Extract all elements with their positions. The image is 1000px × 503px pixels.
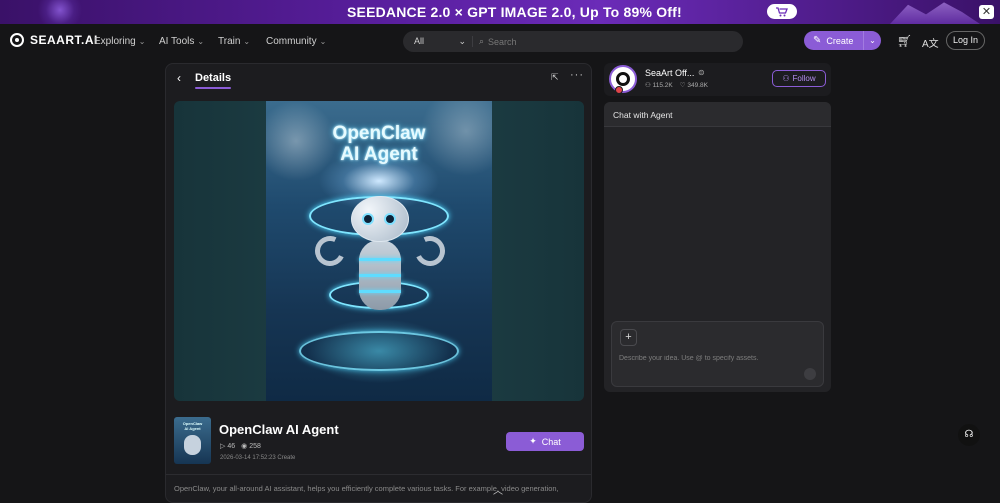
created-date: 2026-03-14 17:52:23 Create (220, 455, 296, 461)
play-count: ▷ 46 (220, 442, 235, 450)
banner-decoration-right (890, 2, 980, 24)
chat-header: Chat with Agent (604, 102, 831, 127)
play-count-value: 46 (227, 443, 236, 450)
details-panel: ‹ Details ⇱ ··· OpenClaw AI Agent OpenCl… (165, 63, 592, 503)
promo-banner[interactable]: SEEDANCE 2.0 × GPT IMAGE 2.0, Up To 89% … (0, 0, 1000, 24)
chevron-down-icon: ⌄ (138, 37, 146, 46)
nav-item-label: Exploring (94, 36, 136, 47)
logo[interactable]: SEAART.AI (10, 33, 98, 47)
verified-icon: ⊜ (698, 68, 705, 77)
top-nav: SEAART.AI Exploring ⌄ AI Tools ⌄ Train ⌄ Co… (0, 24, 1000, 60)
cart-icon[interactable] (767, 4, 797, 19)
search-category-select[interactable]: All ⌄ (403, 36, 473, 47)
robot-band (359, 274, 401, 277)
logo-text: SEAART.AI (30, 33, 98, 47)
banner-decoration-left (30, 0, 90, 24)
chevron-down-icon: ⌄ (243, 37, 251, 46)
likes-value: 349.8K (687, 82, 709, 89)
robot-eye (384, 213, 396, 225)
create-button[interactable]: ✎ Create ⌄ (804, 31, 881, 50)
more-options-icon[interactable]: ··· (570, 69, 584, 81)
chat-title: Chat with Agent (613, 110, 673, 120)
chevron-down-icon: ⌄ (458, 36, 466, 46)
view-count-value: 258 (249, 443, 261, 450)
back-arrow-icon[interactable]: ‹ (177, 71, 181, 85)
robot-claw-left (310, 231, 350, 271)
details-title: Details (195, 72, 232, 84)
avatar-badge (615, 86, 623, 94)
robot-figure (310, 196, 450, 326)
search-bar: All ⌄ ⌕ (403, 31, 743, 52)
sparkle-icon: ✦ (529, 436, 537, 446)
item-title: OpenClaw AI Agent (219, 422, 339, 437)
user-icon: ⚇ (645, 82, 651, 89)
chat-composer: + (611, 321, 824, 387)
chat-button[interactable]: ✦ Chat (506, 432, 584, 451)
item-stats: ▷ 46 ◉ 258 (220, 442, 261, 450)
login-button[interactable]: Log In (946, 31, 985, 50)
robot-claw-right (410, 231, 450, 271)
close-icon[interactable]: ✕ (979, 5, 994, 19)
follow-label: Follow (792, 74, 816, 83)
followers-count: ⚇ 115.2K (645, 81, 673, 89)
chat-panel: Chat with Agent + (604, 102, 831, 392)
author-stats: ⚇ 115.2K ♡ 349.8K (645, 81, 708, 89)
avatar-logo (616, 72, 630, 86)
energy-ring (299, 331, 459, 371)
chevron-up-icon[interactable]: ︿ (493, 482, 503, 497)
search-category-label: All (414, 36, 425, 46)
chevron-down-icon[interactable]: ⌄ (863, 31, 881, 50)
create-label: Create (826, 35, 854, 46)
nav-item-label: Train (218, 36, 241, 47)
add-user-icon: ⚇ (782, 74, 790, 83)
poster-image: OpenClaw AI Agent (266, 101, 492, 401)
nav-item-ai-tools[interactable]: AI Tools ⌄ (159, 36, 204, 47)
avatar[interactable] (609, 65, 637, 94)
robot-head (351, 196, 409, 242)
preview-image-area[interactable]: OpenClaw AI Agent (174, 101, 584, 401)
robot-band (359, 290, 401, 293)
details-header: ‹ Details ⇱ ··· (166, 64, 591, 92)
chat-input[interactable] (619, 355, 799, 362)
view-count: ◉ 258 (241, 442, 261, 450)
play-icon: ▷ (220, 443, 226, 450)
send-button[interactable] (804, 368, 816, 380)
follow-button[interactable]: ⚇ Follow (772, 70, 826, 87)
chevron-down-icon: ⌄ (319, 37, 327, 46)
item-thumbnail[interactable]: OpenClaw AI Agent (174, 417, 211, 464)
translate-icon[interactable]: A文 (922, 35, 939, 50)
robot-eye (362, 213, 374, 225)
share-icon[interactable]: ⇱ (551, 72, 559, 83)
thumbnail-robot (184, 435, 201, 455)
search-input[interactable] (484, 36, 743, 47)
shopping-cart-icon[interactable]: 🛒︎ (897, 34, 912, 48)
nav-item-label: AI Tools (159, 36, 195, 47)
author-name[interactable]: SeaArt Off... (645, 68, 694, 78)
details-tab-underline (195, 87, 231, 89)
logo-icon (10, 33, 24, 47)
robot-band (359, 258, 401, 261)
eye-icon: ◉ (241, 443, 248, 450)
item-description: OpenClaw, your all-around AI assistant, … (174, 484, 559, 493)
headset-icon[interactable]: ☊ (958, 424, 980, 446)
poster-title: OpenClaw AI Agent (332, 123, 426, 165)
nav-item-exploring[interactable]: Exploring ⌄ (94, 36, 145, 47)
palette-icon: ✎ (813, 35, 822, 46)
add-attachment-button[interactable]: + (620, 329, 637, 346)
nav-item-label: Community (266, 36, 317, 47)
chevron-down-icon: ⌄ (197, 37, 205, 46)
item-meta: OpenClaw AI Agent OpenClaw AI Agent ▷ 46… (166, 408, 591, 472)
thumbnail-text: OpenClaw AI Agent (182, 421, 203, 431)
nav-item-train[interactable]: Train ⌄ (218, 36, 250, 47)
likes-count: ♡ 349.8K (680, 81, 708, 89)
chat-label: Chat (541, 436, 561, 447)
author-card: SeaArt Off... ⊜ ⚇ 115.2K ♡ 349.8K ⚇ Foll… (604, 63, 831, 96)
banner-text: SEEDANCE 2.0 × GPT IMAGE 2.0, Up To 89% … (347, 4, 682, 20)
heart-icon: ♡ (679, 82, 686, 89)
nav-item-community[interactable]: Community ⌄ (266, 36, 326, 47)
followers-value: 115.2K (652, 82, 673, 89)
divider (166, 474, 591, 475)
